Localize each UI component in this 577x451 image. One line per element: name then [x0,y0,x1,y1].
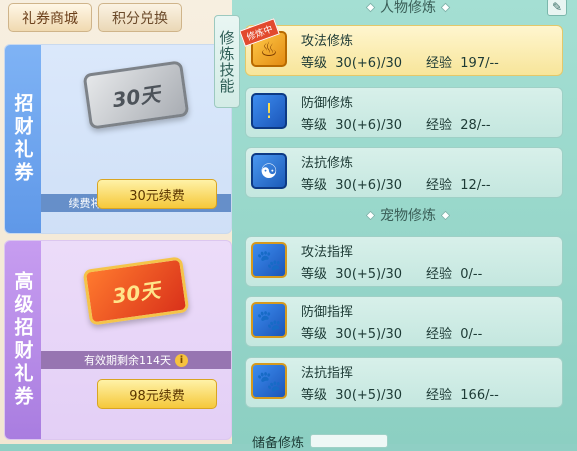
skill-name: 防御指挥 [301,305,354,320]
card-side-label: 高级招财礼券 [5,241,41,439]
skill-row-pet-resist[interactable]: 🐾 法抗指挥 等级 30(+5)/30 经验 166/-- [245,357,563,408]
skill-exp: 经验 0/-- [426,267,483,282]
pet-resist-skill-icon: 🐾 [251,363,287,399]
skill-level: 等级 30(+5)/30 [301,327,403,342]
ticket-image: 30天 [41,241,231,341]
shop-panel: 礼券商城 积分兑换 招财礼券 30天 续费将延长30天普通礼券权 30元续费 高… [0,0,232,444]
skill-exp: 经验 12/-- [426,178,491,193]
pet-defense-skill-icon: 🐾 [251,302,287,338]
section-title-text: 人物修炼 [380,0,436,16]
training-panel: 人物修炼 ✎ ♨ 修炼中 攻法修炼 等级 30(+6)/30 经验 197/--… [232,0,577,451]
defense-skill-icon: ! [251,93,287,129]
reserve-training-field [310,434,388,448]
skill-row-pet-attack[interactable]: 🐾 攻法指挥 等级 30(+5)/30 经验 0/-- [245,236,563,287]
skill-name: 法抗指挥 [301,366,354,381]
card-note-text: 有效期剩余114天 [84,354,171,367]
skill-exp: 经验 0/-- [426,327,483,342]
info-icon[interactable]: i [175,353,188,367]
shop-tabs: 礼券商城 积分兑换 [8,3,182,32]
diamond-icon [365,210,376,220]
section-title-text: 宠物修炼 [380,208,436,224]
renew-30-button[interactable]: 30元续费 [97,179,217,209]
card-side-label: 招财礼券 [5,45,41,233]
person-training-title: 人物修炼 [328,0,488,17]
tab-coupon-shop[interactable]: 礼券商城 [8,3,92,32]
skill-name: 防御修炼 [301,96,354,111]
gold-ticket-icon: 30天 [82,256,190,326]
skill-exp: 经验 166/-- [426,388,499,403]
pet-training-title: 宠物修炼 [328,205,488,225]
skill-name: 攻法指挥 [301,245,354,260]
tab-training-skills[interactable]: 修炼技能 [214,15,240,108]
skill-exp: 经验 28/-- [426,118,491,133]
coupon-card-basic: 招财礼券 30天 续费将延长30天普通礼券权 30元续费 [4,44,232,234]
skill-level: 等级 30(+6)/30 [301,118,403,133]
skill-level: 等级 30(+5)/30 [301,267,403,282]
skill-name: 法抗修炼 [301,156,354,171]
ticket-image: 30天 [41,45,231,145]
resist-skill-icon: ☯ [251,153,287,189]
skill-level: 等级 30(+5)/30 [301,388,403,403]
skill-row-resist[interactable]: ☯ 法抗修炼 等级 30(+6)/30 经验 12/-- [245,147,563,198]
skill-row-pet-defense[interactable]: 🐾 防御指挥 等级 30(+5)/30 经验 0/-- [245,296,563,347]
skill-name: 攻法修炼 [301,34,354,49]
skill-level: 等级 30(+6)/30 [301,178,403,193]
coupon-card-premium: 高级招财礼券 30天 有效期剩余114天 i 98元续费 [4,240,232,440]
edit-icon[interactable]: ✎ [547,0,567,16]
silver-ticket-icon: 30天 [82,60,190,130]
skill-row-defense[interactable]: ! 防御修炼 等级 30(+6)/30 经验 28/-- [245,87,563,138]
skill-level: 等级 30(+6)/30 [301,56,403,71]
diamond-icon [365,2,376,12]
skill-row-attack[interactable]: ♨ 修炼中 攻法修炼 等级 30(+6)/30 经验 197/-- [239,18,563,76]
renew-98-button[interactable]: 98元续费 [97,379,217,409]
card-note: 有效期剩余114天 i [41,351,231,369]
tab-points-exchange[interactable]: 积分兑换 [98,3,182,32]
diamond-icon [440,210,451,220]
pet-attack-skill-icon: 🐾 [251,242,287,278]
diamond-icon [440,2,451,12]
reserve-training-label: 储备修炼 [252,436,305,451]
skill-exp: 经验 197/-- [426,56,499,71]
